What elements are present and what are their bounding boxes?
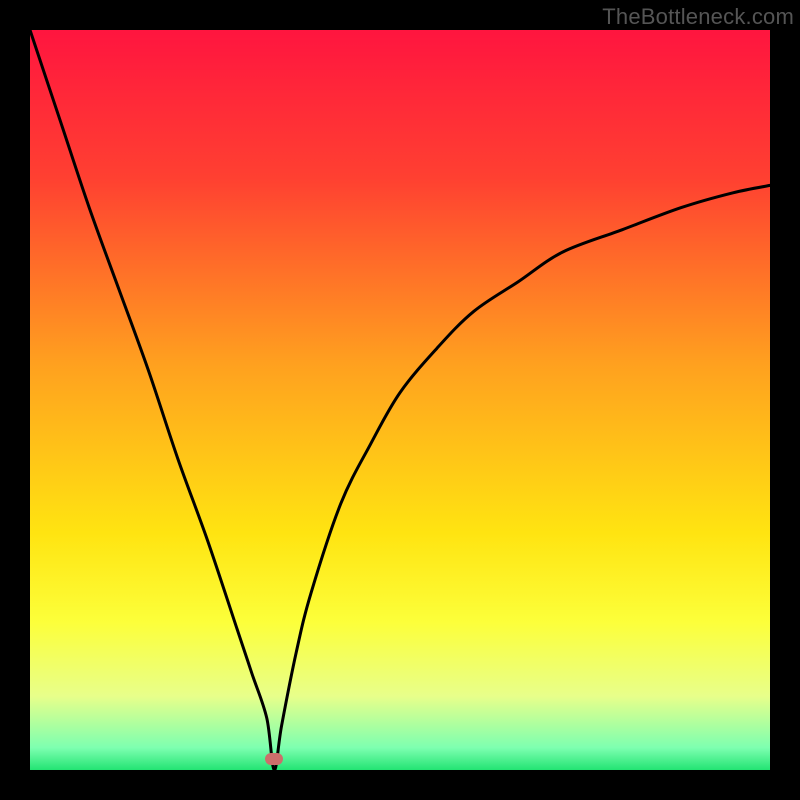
- chart-frame: TheBottleneck.com: [0, 0, 800, 800]
- plot-area: [30, 30, 770, 770]
- optimal-marker: [265, 753, 283, 765]
- bottleneck-curve: [30, 30, 770, 770]
- curve-layer: [30, 30, 770, 770]
- watermark-text: TheBottleneck.com: [602, 4, 794, 30]
